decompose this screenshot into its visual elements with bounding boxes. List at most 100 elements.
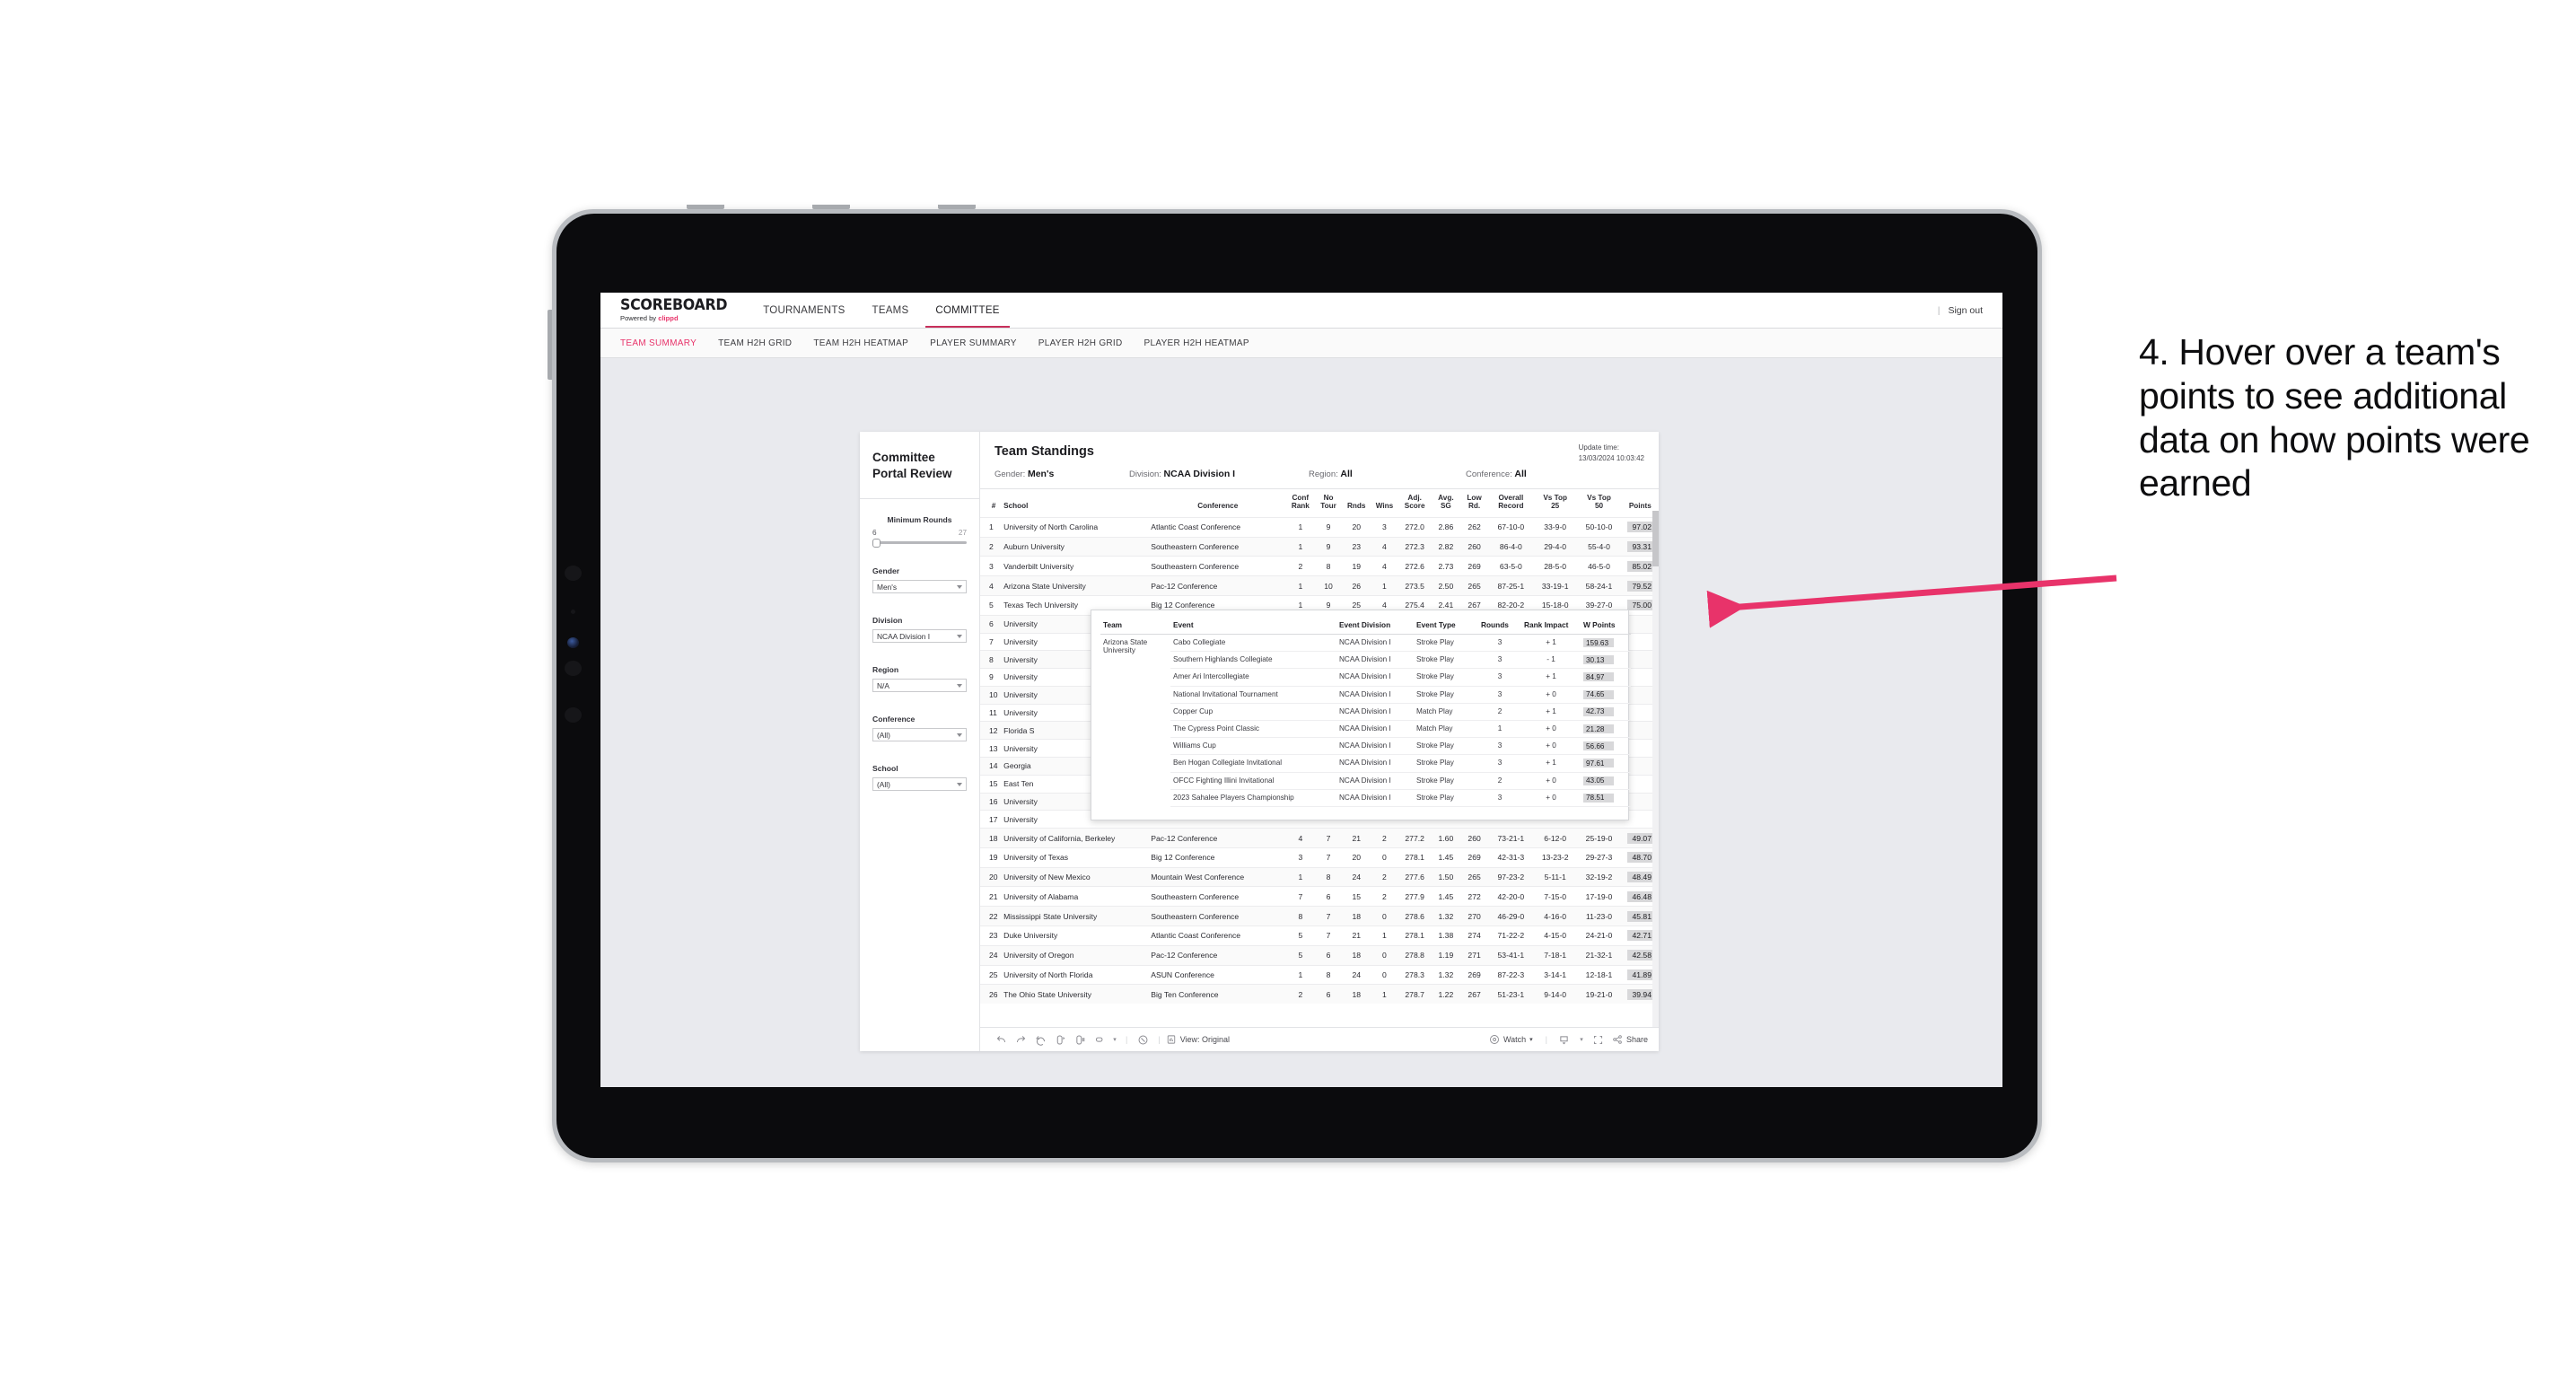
points-badge[interactable]: 48.70 xyxy=(1627,852,1654,864)
points-badge[interactable]: 42.71 xyxy=(1627,930,1654,942)
subnav-item-team-h2h-heatmap[interactable]: TEAM H2H HEATMAP xyxy=(813,338,908,348)
cell-rank: 7 xyxy=(980,632,1001,651)
col-wins[interactable]: Wins xyxy=(1370,489,1399,518)
points-badge[interactable]: 48.49 xyxy=(1627,872,1654,883)
cell-avg-sg: 1.50 xyxy=(1431,866,1461,887)
gender-select[interactable]: Men's xyxy=(872,580,967,594)
cell-no-tour: 8 xyxy=(1314,866,1343,887)
tooltip-rounds-cell: 3 xyxy=(1478,789,1521,807)
cell-wins: 0 xyxy=(1370,944,1399,966)
tooltip-event-cell: Southern Highlands Collegiate xyxy=(1170,651,1336,670)
table-row[interactable]: 22 Mississippi State University Southeaste… xyxy=(980,906,1659,926)
cell-vs-top-50: 58-24-1 xyxy=(1576,575,1622,596)
col-school[interactable]: School xyxy=(1000,489,1150,518)
refresh-data-icon[interactable] xyxy=(1050,1031,1070,1048)
subnav-item-player-summary[interactable]: PLAYER SUMMARY xyxy=(930,338,1017,348)
share-button[interactable]: Share xyxy=(1612,1034,1648,1045)
cell-vs-top-50: 19-21-0 xyxy=(1576,984,1622,1004)
table-scrollbar-thumb[interactable] xyxy=(1652,511,1659,566)
filter-division: Division NCAA Division I xyxy=(872,616,967,644)
table-row[interactable]: 1 University of North Carolina Atlantic Co… xyxy=(980,516,1659,538)
points-badge[interactable]: 85.02 xyxy=(1627,560,1654,572)
cell-rnds: 21 xyxy=(1342,828,1371,848)
col-no-tour[interactable]: No Tour xyxy=(1314,489,1343,518)
table-row[interactable]: 18 University of California, Berkeley Pac-… xyxy=(980,828,1659,848)
watch-button[interactable]: Watch ▾ xyxy=(1489,1034,1533,1045)
revert-icon[interactable] xyxy=(1030,1031,1050,1048)
app-screen: SCOREBOARD Powered by clippd TOURNAMENTS… xyxy=(600,293,2002,1087)
download-caret-icon[interactable]: ▾ xyxy=(1576,1031,1587,1048)
col-overall-record[interactable]: Overall Record xyxy=(1487,489,1535,518)
subnav-item-team-summary[interactable]: TEAM SUMMARY xyxy=(620,338,697,348)
region-select[interactable]: N/A xyxy=(872,679,967,693)
frame-button-left-volume[interactable] xyxy=(548,310,552,380)
col-points-l1: Points xyxy=(1628,502,1652,511)
col-rnds[interactable]: Rnds xyxy=(1342,489,1371,518)
col-rank[interactable]: # xyxy=(980,489,1001,518)
cell-adj-score: 272.3 xyxy=(1398,536,1432,557)
nav-item-tournaments[interactable]: TOURNAMENTS xyxy=(749,293,858,328)
table-row[interactable]: 20 University of New Mexico Mountain West … xyxy=(980,866,1659,887)
pause-auto-update-icon[interactable] xyxy=(1090,1031,1109,1048)
min-rounds-slider[interactable] xyxy=(872,538,967,548)
col-conference[interactable]: Conference xyxy=(1149,489,1287,518)
division-select[interactable]: NCAA Division I xyxy=(872,629,967,644)
table-row[interactable]: 4 Arizona State University Pac-12 Conferen… xyxy=(980,575,1659,596)
points-badge[interactable]: 79.52 xyxy=(1627,580,1654,592)
subnav-item-team-h2h-grid[interactable]: TEAM H2H GRID xyxy=(718,338,792,348)
subnav-item-player-h2h-heatmap[interactable]: PLAYER H2H HEATMAP xyxy=(1144,338,1249,348)
col-vs-top-50[interactable]: Vs Top 50 xyxy=(1576,489,1622,518)
nav-item-teams[interactable]: TEAMS xyxy=(859,293,923,328)
nav-item-committee[interactable]: COMMITTEE xyxy=(922,293,1012,328)
toolbar-caret-icon[interactable]: ▾ xyxy=(1109,1031,1120,1048)
points-badge[interactable]: 41.89 xyxy=(1627,969,1654,980)
tt-col-type: Event Type xyxy=(1414,618,1478,635)
table-row[interactable]: 23 Duke University Atlantic Coast Conferen… xyxy=(980,925,1659,946)
points-badge[interactable]: 49.07 xyxy=(1627,832,1654,844)
chevron-down-icon xyxy=(957,584,962,589)
points-badge[interactable]: 93.31 xyxy=(1627,541,1654,553)
col-adj-score[interactable]: Adj. Score xyxy=(1398,489,1432,518)
points-badge[interactable]: 45.81 xyxy=(1627,910,1654,922)
meta-gender-value: Men's xyxy=(1027,469,1055,479)
meta-region-value: All xyxy=(1340,469,1353,479)
table-row[interactable]: 3 Vanderbilt University Southeastern Confe… xyxy=(980,556,1659,576)
fullscreen-icon[interactable] xyxy=(1589,1031,1608,1048)
brand-logo[interactable]: SCOREBOARD Powered by clippd xyxy=(600,293,749,328)
clear-filters-icon[interactable] xyxy=(1133,1031,1152,1048)
col-conf-rank[interactable]: Conf Rank xyxy=(1286,489,1315,518)
points-badge[interactable]: 39.94 xyxy=(1627,988,1654,1000)
points-badge[interactable]: 75.00 xyxy=(1627,600,1654,611)
tooltip-type-cell: Stroke Play xyxy=(1414,668,1478,687)
tooltip-row: National Invitational Tournament NCAA Div… xyxy=(1100,686,1631,704)
pause-refresh-icon[interactable] xyxy=(1070,1031,1090,1048)
table-row[interactable]: 24 University of Oregon Pac-12 Conference 5… xyxy=(980,944,1659,966)
school-select[interactable]: (All) xyxy=(872,777,967,792)
table-row[interactable]: 21 University of Alabama Southeastern Conf… xyxy=(980,886,1659,907)
col-vs-top-25[interactable]: Vs Top 25 xyxy=(1534,489,1577,518)
min-rounds-max: 27 xyxy=(958,529,967,538)
table-row[interactable]: 2 Auburn University Southeastern Conferenc… xyxy=(980,536,1659,557)
view-original-button[interactable]: View: Original xyxy=(1166,1034,1230,1045)
col-avg-sg[interactable]: Avg. SG xyxy=(1431,489,1461,518)
tooltip-wpoints-cell: 78.51 xyxy=(1581,789,1631,807)
table-scrollbar[interactable] xyxy=(1652,511,1659,1027)
download-icon[interactable] xyxy=(1555,1031,1574,1048)
min-rounds-slider-thumb[interactable] xyxy=(872,538,881,548)
cell-adj-score: 277.2 xyxy=(1398,828,1432,848)
cell-no-tour: 8 xyxy=(1314,964,1343,985)
points-badge[interactable]: 46.48 xyxy=(1627,890,1654,902)
col-low-rd[interactable]: Low Rd. xyxy=(1460,489,1488,518)
table-row[interactable]: 26 The Ohio State University Big Ten Confe… xyxy=(980,984,1659,1004)
conference-select[interactable]: (All) xyxy=(872,728,967,742)
signout-link[interactable]: Sign out xyxy=(1948,305,1983,316)
table-row[interactable]: 19 University of Texas Big 12 Conference 3 7… xyxy=(980,847,1659,868)
points-badge[interactable]: 42.58 xyxy=(1627,950,1654,961)
table-row[interactable]: 25 University of North Florida ASUN Confer… xyxy=(980,964,1659,985)
points-badge[interactable]: 97.02 xyxy=(1627,522,1654,533)
sensor-dot xyxy=(571,610,575,614)
subnav-item-player-h2h-grid[interactable]: PLAYER H2H GRID xyxy=(1038,338,1123,348)
redo-icon[interactable] xyxy=(1011,1031,1030,1048)
undo-icon[interactable] xyxy=(991,1031,1011,1048)
sub-navigation-bar: TEAM SUMMARY TEAM H2H GRID TEAM H2H HEAT… xyxy=(600,329,2002,358)
